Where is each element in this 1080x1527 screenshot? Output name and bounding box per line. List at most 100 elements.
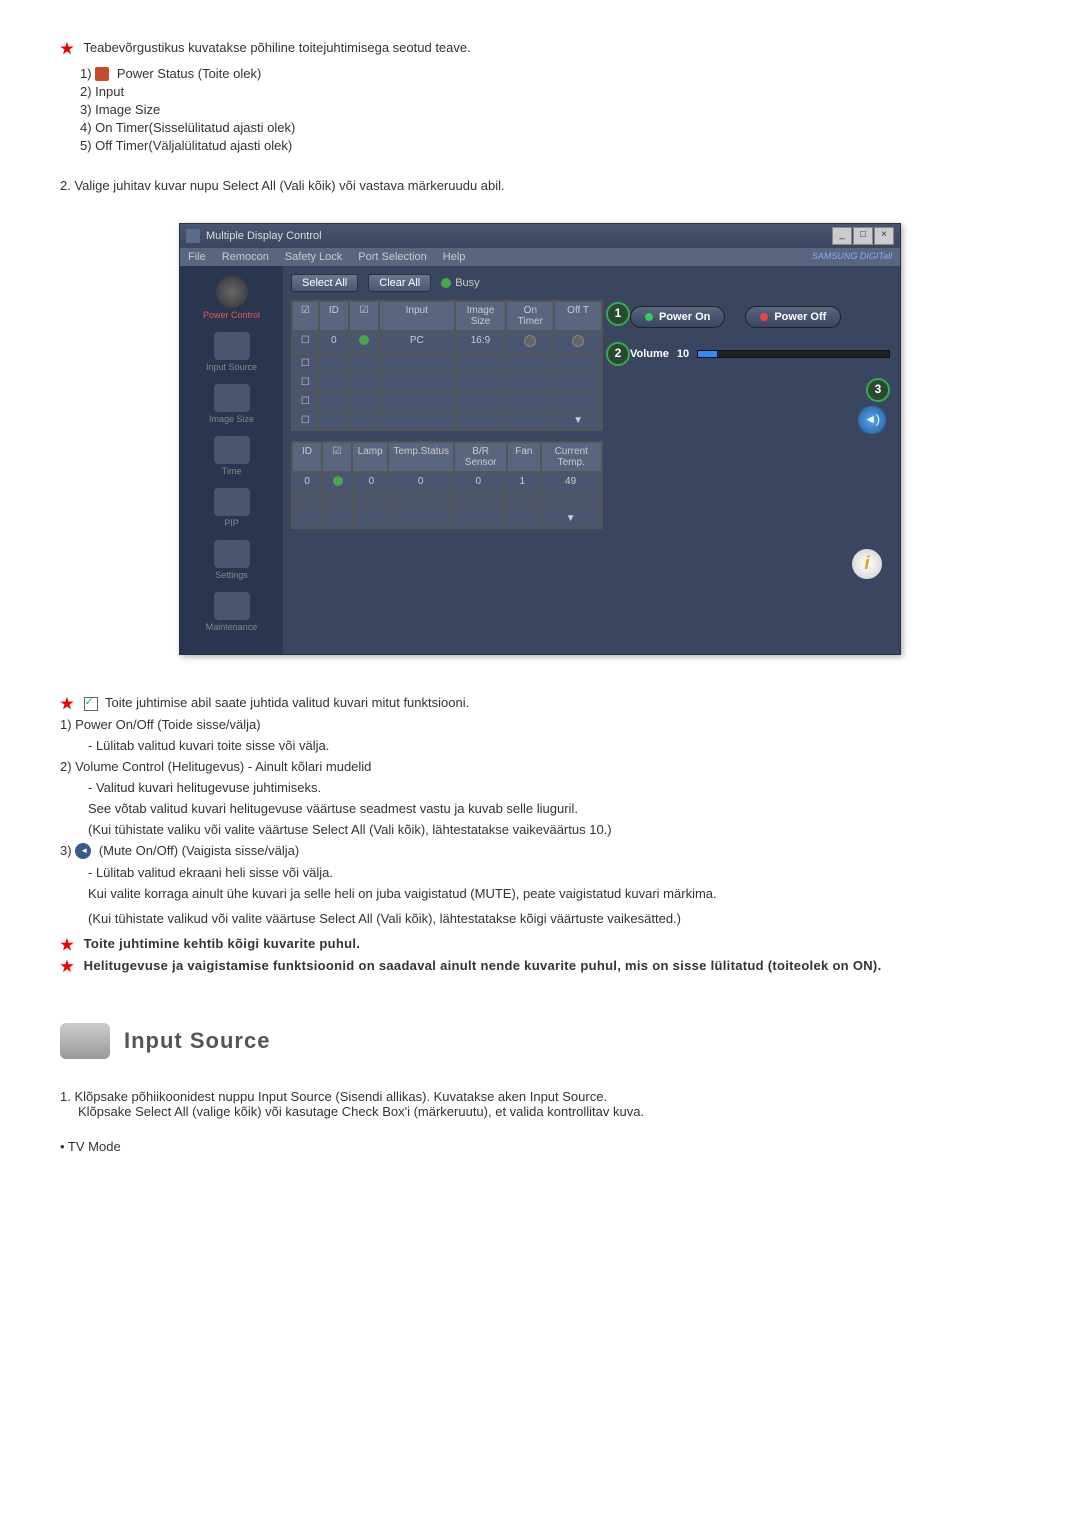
callout-1: 1 (606, 302, 630, 326)
star-icon (60, 938, 74, 952)
star-icon (60, 697, 74, 711)
desc-lead: Toite juhtimise abil saate juhtida valit… (60, 695, 1020, 711)
desc-2: 2) Volume Control (Helitugevus) - Ainult… (60, 759, 1020, 774)
col-current-temp: Current Temp. (541, 442, 603, 472)
busy-indicator: Busy (441, 277, 479, 289)
desc-3a: - Lülitab valitud ekraani heli sisse või… (88, 865, 1020, 880)
sidebar-item-image-size[interactable]: Image Size (184, 384, 279, 424)
col-br-sensor: B/R Sensor (454, 442, 507, 472)
row-status (349, 331, 379, 354)
col-temp-status: Temp.Status (388, 442, 454, 472)
intro-item-3: 3) Image Size (80, 102, 1020, 117)
power-control-icon (216, 276, 248, 308)
sidebar-item-maintenance[interactable]: Maintenance (184, 592, 279, 632)
col-status-2: ☑ (322, 442, 352, 472)
mute-icon (75, 843, 91, 859)
note-1: Toite juhtimine kehtib kõigi kuvarite pu… (60, 936, 1020, 952)
star-icon (60, 959, 74, 973)
titlebar: Multiple Display Control _ □ × (180, 224, 900, 248)
row-id: 0 (319, 331, 349, 354)
sidebar-item-time[interactable]: Time (184, 436, 279, 476)
brand-logo: SAMSUNG DIGITall (812, 251, 892, 263)
select-all-button[interactable]: Select All (291, 274, 358, 292)
input-source-icon (214, 332, 250, 360)
menu-port-selection[interactable]: Port Selection (358, 251, 426, 263)
col-id-2: ID (292, 442, 322, 472)
col-lamp: Lamp (352, 442, 389, 472)
maximize-button[interactable]: □ (853, 227, 873, 245)
col-off-timer: Off T (554, 301, 602, 331)
settings-icon (214, 540, 250, 568)
row-checkbox[interactable]: ☐ (292, 331, 319, 354)
grid-row[interactable]: ☐ 0 PC 16:9 (292, 331, 602, 354)
col-fan: Fan (507, 442, 540, 472)
mute-button[interactable]: ◄) (858, 406, 886, 434)
app-icon (186, 229, 200, 243)
on-dot-icon (645, 313, 653, 321)
input-source-p1b: Klõpsake Select All (valige kõik) või ka… (78, 1104, 1020, 1119)
callout-3: 3 (866, 378, 890, 402)
sidebar-item-power-control[interactable]: Power Control (184, 276, 279, 320)
clear-all-button[interactable]: Clear All (368, 274, 431, 292)
col-input: Input (379, 301, 454, 331)
description-block: Toite juhtimise abil saate juhtida valit… (60, 695, 1020, 973)
input-source-p1: 1. Klõpsake põhiikoonidest nuppu Input S… (60, 1089, 1020, 1104)
checkbox-icon (84, 697, 98, 711)
busy-dot-icon (441, 278, 451, 288)
intro-item-4: 4) On Timer(Sisselülitatud ajasti olek) (80, 120, 1020, 135)
intro-list: 1) Power Status (Toite olek) 2) Input 3)… (80, 66, 1020, 154)
desc-2b: See võtab valitud kuvari helitugevuse vä… (88, 801, 1020, 816)
volume-slider[interactable] (697, 350, 890, 358)
display-grid: ☑ ID ☑ Input Image Size On Timer Off T ☐… (291, 300, 603, 431)
minimize-button[interactable]: _ (832, 227, 852, 245)
sidebar-item-input-source[interactable]: Input Source (184, 332, 279, 372)
intro-line: Teabevõrgustikus kuvatakse põhiline toit… (60, 40, 1020, 56)
step-2: 2. Valige juhitav kuvar nupu Select All … (60, 178, 1020, 193)
col-checkbox[interactable]: ☑ (292, 301, 319, 331)
time-icon (214, 436, 250, 464)
section-header-input-source: Input Source (60, 1023, 1020, 1059)
menu-safety-lock[interactable]: Safety Lock (285, 251, 342, 263)
pip-icon (214, 488, 250, 516)
callout-2: 2 (606, 342, 630, 366)
section-title: Input Source (124, 1028, 270, 1054)
intro-item-1: 1) Power Status (Toite olek) (80, 66, 1020, 82)
power-off-button[interactable]: Power Off (745, 306, 841, 328)
row-off-timer (554, 331, 602, 354)
col-id: ID (319, 301, 349, 331)
sidebar: Power Control Input Source Image Size Ti… (180, 266, 283, 654)
col-image-size: Image Size (455, 301, 507, 331)
volume-control[interactable]: Volume 10 (630, 348, 890, 360)
power-on-button[interactable]: Power On (630, 306, 725, 328)
desc-1a: - Lülitab valitud kuvari toite sisse või… (88, 738, 1020, 753)
intro-item-2: 2) Input (80, 84, 1020, 99)
main-panel: Select All Clear All Busy ☑ ID ☑ Input I… (283, 266, 900, 654)
col-on-timer: On Timer (506, 301, 554, 331)
desc-2a: - Valitud kuvari helitugevuse juhtimisek… (88, 780, 1020, 795)
star-icon (60, 42, 74, 56)
menu-remocon[interactable]: Remocon (222, 251, 269, 263)
power-icon (95, 67, 109, 81)
desc-1: 1) Power On/Off (Toide sisse/välja) (60, 717, 1020, 732)
status-row[interactable]: 0 0 0 0 1 49 (292, 472, 602, 493)
intro-text: Teabevõrgustikus kuvatakse põhiline toit… (83, 40, 470, 55)
row-on-timer (506, 331, 554, 354)
sidebar-item-pip[interactable]: PIP (184, 488, 279, 528)
image-size-icon (214, 384, 250, 412)
sidebar-item-settings[interactable]: Settings (184, 540, 279, 580)
menu-help[interactable]: Help (443, 251, 466, 263)
app-window: Multiple Display Control _ □ × File Remo… (179, 223, 901, 655)
desc-3b: Kui valite korraga ainult ühe kuvari ja … (88, 886, 1020, 901)
desc-2c: (Kui tühistate valiku või valite väärtus… (88, 822, 1020, 837)
maintenance-icon (214, 592, 250, 620)
status-grid: ID ☑ Lamp Temp.Status B/R Sensor Fan Cur… (291, 441, 603, 529)
desc-3: 3) (Mute On/Off) (Vaigista sisse/välja) (60, 843, 1020, 860)
menubar: File Remocon Safety Lock Port Selection … (180, 248, 900, 266)
intro-item-5: 5) Off Timer(Väljalülitatud ajasti olek) (80, 138, 1020, 153)
off-dot-icon (760, 313, 768, 321)
right-panel: Power On Power Off Volume 10 ◄) (630, 306, 890, 360)
menu-file[interactable]: File (188, 251, 206, 263)
close-button[interactable]: × (874, 227, 894, 245)
tv-mode: • TV Mode (60, 1139, 1020, 1154)
row-input: PC (379, 331, 454, 354)
